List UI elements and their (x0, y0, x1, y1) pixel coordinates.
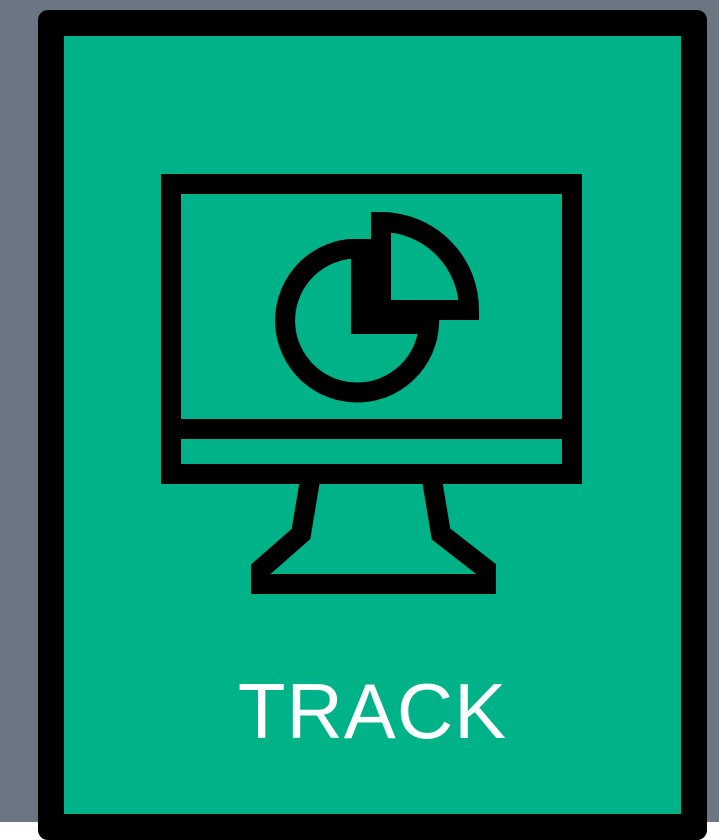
pie-slice-small (371, 211, 480, 320)
monitor-stand (251, 472, 496, 594)
tile-label: TRACK (237, 667, 508, 755)
track-tile[interactable]: TRACK (38, 10, 707, 840)
pie-slice-large (275, 239, 440, 403)
monitor-pie-chart-icon (161, 174, 582, 594)
